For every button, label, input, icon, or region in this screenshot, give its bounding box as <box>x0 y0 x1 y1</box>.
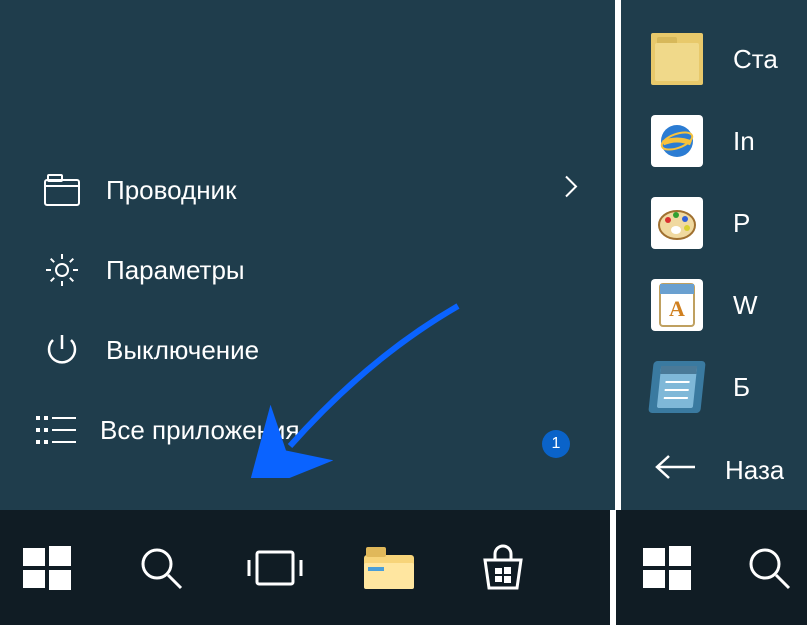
all-apps-button[interactable]: Все приложения 1 <box>0 390 600 470</box>
power-icon <box>42 330 82 370</box>
explorer-button[interactable]: Проводник <box>0 150 600 230</box>
power-button[interactable]: Выключение <box>0 310 600 390</box>
search-button[interactable] <box>132 539 190 597</box>
file-explorer-taskbar-button[interactable] <box>360 539 418 597</box>
tile-label: Ста <box>733 44 778 75</box>
start-button[interactable] <box>18 539 76 597</box>
taskbar-left <box>0 510 610 625</box>
folder-icon <box>651 33 703 85</box>
start-button-secondary[interactable] <box>638 539 696 597</box>
taskbar <box>0 510 807 625</box>
gear-icon <box>42 250 82 290</box>
start-menu-right-column: Ста In P <box>615 0 807 510</box>
all-apps-label: Все приложения <box>100 415 300 446</box>
start-menu-left-column: Проводник Параметры Выключение <box>0 0 600 510</box>
all-apps-icon <box>36 410 76 450</box>
notification-badge: 1 <box>542 430 570 458</box>
notepad-icon <box>648 361 705 413</box>
tile-wordpad[interactable]: A W <box>621 264 807 346</box>
paint-icon <box>651 197 703 249</box>
search-button-secondary[interactable] <box>740 539 798 597</box>
power-label: Выключение <box>106 335 259 366</box>
internet-explorer-icon <box>651 115 703 167</box>
svg-text:A: A <box>669 296 685 321</box>
back-label: Наза <box>725 455 784 486</box>
wordpad-icon: A <box>651 279 703 331</box>
taskbar-right <box>610 510 807 625</box>
store-button[interactable] <box>474 539 532 597</box>
tile-label: P <box>733 208 750 239</box>
tile-paint[interactable]: P <box>621 182 807 264</box>
back-button[interactable]: Наза <box>653 453 784 488</box>
tile-folder[interactable]: Ста <box>621 18 807 100</box>
explorer-label: Проводник <box>106 175 236 206</box>
explorer-icon <box>42 170 82 210</box>
task-view-button[interactable] <box>246 539 304 597</box>
tile-internet-explorer[interactable]: In <box>621 100 807 182</box>
settings-button[interactable]: Параметры <box>0 230 600 310</box>
tile-label: In <box>733 126 755 157</box>
arrow-left-icon <box>653 453 697 488</box>
tile-notepad[interactable]: Б <box>621 346 807 428</box>
tile-label: Б <box>733 372 750 403</box>
settings-label: Параметры <box>106 255 245 286</box>
chevron-right-icon <box>564 175 578 206</box>
tile-label: W <box>733 290 758 321</box>
spacer <box>0 0 600 150</box>
